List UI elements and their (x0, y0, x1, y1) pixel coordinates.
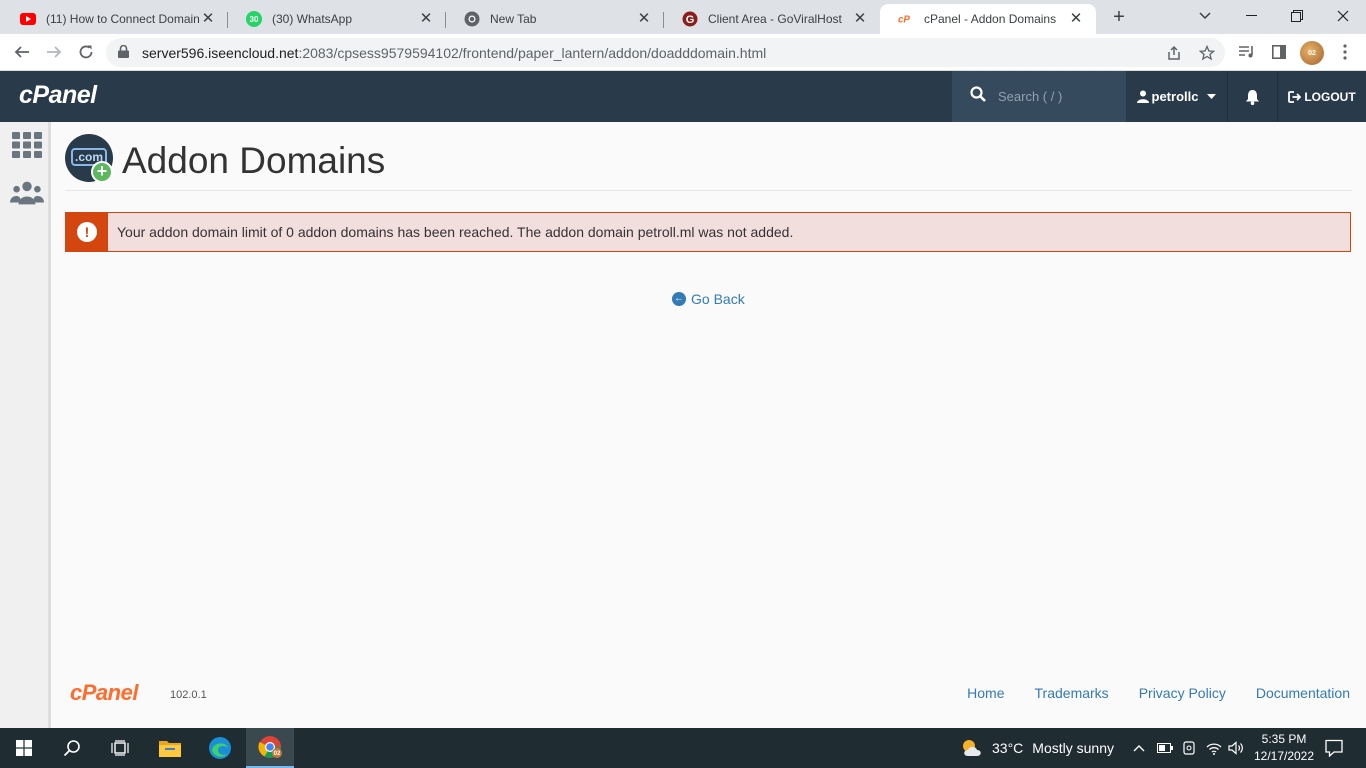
go-back-link[interactable]: ← Go Back (672, 291, 745, 307)
close-window-button[interactable] (1320, 0, 1366, 32)
users-icon[interactable] (10, 178, 44, 208)
whatsapp-badge: 30 (250, 15, 259, 24)
windows-start-icon[interactable] (0, 728, 48, 768)
caret-down-icon (1207, 94, 1217, 99)
tab-title: Client Area - GoViralHost (708, 12, 842, 26)
cpanel-search-input[interactable]: Search ( / ) (952, 71, 1126, 122)
share-icon[interactable] (1166, 38, 1182, 67)
device-icon[interactable] (1182, 728, 1196, 768)
weather-widget[interactable]: 33°C Mostly sunny (960, 728, 1114, 768)
chrome-taskbar-icon[interactable]: 02 (246, 728, 294, 768)
kebab-menu-icon[interactable] (1334, 41, 1356, 63)
show-hidden-icons-chevron-up-icon[interactable] (1133, 728, 1145, 768)
file-explorer-icon[interactable] (146, 728, 194, 768)
browser-tabstrip: (11) How to Connect Domain ✕ 30 (30) Wha… (0, 0, 1366, 34)
user-icon (1136, 90, 1149, 103)
browser-toolbar: server596.iseencloud.net:2083/cpsess9579… (0, 34, 1366, 71)
tab-title: (11) How to Connect Domain (46, 12, 200, 26)
whatsapp-icon: 30 (246, 11, 262, 27)
close-tab-icon[interactable]: ✕ (200, 11, 216, 27)
cpanel-icon: cP (898, 11, 914, 27)
side-panel-icon[interactable] (1268, 41, 1290, 63)
addon-domains-icon: .com + (65, 134, 113, 183)
weather-description: Mostly sunny (1032, 740, 1114, 756)
url-path: :2083/cpsess9579594102/frontend/paper_la… (298, 44, 767, 61)
tab-new-tab[interactable]: New Tab ✕ (446, 4, 664, 34)
edge-browser-icon[interactable] (196, 728, 244, 768)
cpanel-side-rail (0, 122, 51, 728)
taskbar-search-icon[interactable] (48, 728, 96, 768)
system-clock[interactable]: 5:35 PM 12/17/2022 (1248, 731, 1320, 765)
search-placeholder: Search ( / ) (998, 89, 1063, 104)
tab-cpanel-addon-domains[interactable]: cP cPanel - Addon Domains ✕ (880, 4, 1096, 34)
url-host: server596.iseencloud.net (142, 44, 299, 61)
apps-grid-icon[interactable] (10, 130, 44, 160)
tab-title: cPanel - Addon Domains (924, 12, 1057, 26)
alert-badge: ! (66, 213, 108, 251)
username: petrollc (1151, 89, 1199, 104)
page-title: Addon Domains (122, 140, 386, 181)
new-tab-button[interactable]: + (1108, 6, 1130, 28)
lock-icon[interactable] (118, 44, 132, 61)
tab-title: (30) WhatsApp (272, 12, 353, 26)
close-tab-icon[interactable]: ✕ (418, 11, 434, 27)
profile-avatar[interactable]: 02 (1300, 41, 1324, 65)
svg-text:G: G (686, 14, 695, 26)
goviralhost-icon: G (682, 11, 698, 27)
exclamation-icon: ! (77, 222, 97, 242)
tab-client-area[interactable]: G Client Area - GoViralHost ✕ (664, 4, 880, 34)
svg-text:cP: cP (898, 15, 910, 25)
tab-search-chevron-icon[interactable] (1182, 0, 1228, 32)
logout-button[interactable]: LOGOUT (1278, 71, 1366, 122)
restore-button[interactable] (1274, 0, 1320, 32)
minimize-button[interactable] (1228, 0, 1274, 32)
error-alert: ! Your addon domain limit of 0 addon dom… (65, 212, 1351, 252)
weather-temperature: 33°C (992, 740, 1024, 756)
chrome-icon (464, 11, 480, 27)
task-view-icon[interactable] (96, 728, 144, 768)
notifications-bell-icon[interactable] (1228, 71, 1278, 122)
logout-icon (1288, 90, 1302, 103)
arrow-left-circle-icon: ← (672, 292, 686, 306)
volume-icon[interactable] (1228, 728, 1244, 768)
tab-whatsapp[interactable]: 30 (30) WhatsApp ✕ (228, 4, 446, 34)
notification-center-icon[interactable] (1325, 728, 1343, 768)
plus-icon: + (91, 161, 113, 183)
cpanel-version: 102.0.1 (170, 689, 207, 701)
footer-link-documentation[interactable]: Documentation (1256, 685, 1350, 701)
chrome-profile-badge: 02 (274, 751, 281, 757)
back-arrow-icon[interactable] (10, 40, 34, 64)
search-icon (970, 86, 986, 107)
address-bar[interactable]: server596.iseencloud.net:2083/cpsess9579… (106, 38, 1225, 67)
bookmark-star-icon[interactable] (1199, 38, 1215, 67)
wifi-icon[interactable] (1206, 728, 1222, 768)
user-menu[interactable]: petrollc (1126, 71, 1228, 122)
clock-date: 12/17/2022 (1253, 749, 1315, 763)
tab-youtube[interactable]: (11) How to Connect Domain ✕ (2, 4, 228, 34)
windows-taskbar: 02 33°C Mostly sunny 5:35 PM 12/17/2022 (0, 728, 1366, 768)
footer-links: Home Trademarks Privacy Policy Documenta… (937, 685, 1350, 701)
logout-label: LOGOUT (1304, 89, 1356, 104)
footer-link-home[interactable]: Home (967, 685, 1004, 701)
clock-time: 5:35 PM (1261, 732, 1307, 746)
cpanel-header: cPanel Search ( / ) petrollc LOGOUT (0, 71, 1366, 122)
youtube-icon (20, 11, 36, 27)
page-header: .com + Addon Domains (65, 132, 1352, 191)
close-tab-icon[interactable]: ✕ (1068, 11, 1084, 27)
forward-arrow-icon[interactable] (42, 40, 66, 64)
cpanel-logo[interactable]: cPanel (19, 81, 97, 110)
tab-title: New Tab (490, 12, 537, 26)
media-control-icon[interactable] (1236, 41, 1258, 63)
reload-icon[interactable] (74, 40, 98, 64)
footer-link-privacy-policy[interactable]: Privacy Policy (1139, 685, 1226, 701)
profile-badge: 02 (1308, 49, 1316, 57)
partly-sunny-icon (960, 738, 984, 758)
footer-cpanel-logo[interactable]: cPanel (70, 680, 138, 706)
close-tab-icon[interactable]: ✕ (852, 11, 868, 27)
footer-link-trademarks[interactable]: Trademarks (1035, 685, 1109, 701)
battery-icon[interactable] (1157, 728, 1173, 768)
close-tab-icon[interactable]: ✕ (636, 11, 652, 27)
go-back-label: Go Back (691, 291, 745, 307)
alert-message: Your addon domain limit of 0 addon domai… (117, 224, 794, 240)
